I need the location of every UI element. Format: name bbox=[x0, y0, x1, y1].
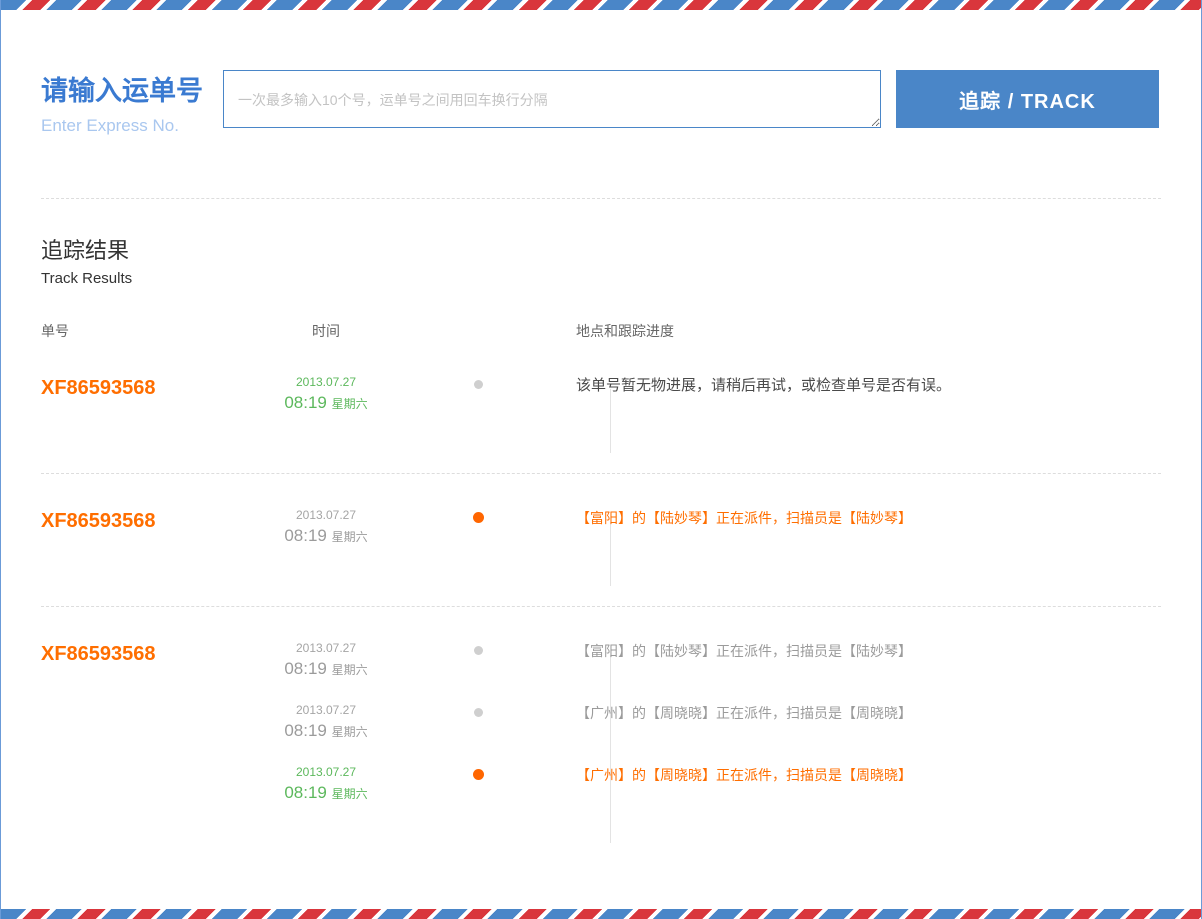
content: 请输入运单号 Enter Express No. 追踪 / TRACK 追踪结果… bbox=[1, 10, 1201, 909]
timeline-dot bbox=[474, 646, 483, 655]
timeline: 2013.07.27 08:19 星期六 【富阳】的【陆妙琴】正在派件，扫描员是… bbox=[246, 641, 1161, 827]
event-message: 【富阳】的【陆妙琴】正在派件，扫描员是【陆妙琴】 bbox=[551, 641, 1161, 703]
column-header-spacer bbox=[406, 321, 551, 341]
event-date: 2013.07.27 bbox=[246, 508, 406, 522]
results-title-en: Track Results bbox=[41, 270, 1161, 287]
table-header: 单号 时间 地点和跟踪进度 bbox=[41, 321, 1161, 341]
timeline-dot-cell bbox=[406, 765, 551, 827]
event-message: 【富阳】的【陆妙琴】正在派件，扫描员是【陆妙琴】 bbox=[551, 508, 1161, 570]
event-weekday: 星期六 bbox=[332, 787, 368, 801]
event-date: 2013.07.27 bbox=[246, 703, 406, 717]
timeline-event: 2013.07.27 08:19 星期六 【广州】的【周晓晓】正在派件，扫描员是… bbox=[246, 703, 1161, 765]
event-weekday: 星期六 bbox=[332, 725, 368, 739]
tracking-number: XF86593568 bbox=[41, 375, 246, 437]
table-row: XF86593568 2013.07.27 08:19 星期六 该单号暂无物进展… bbox=[41, 341, 1161, 473]
timeline-dot bbox=[474, 708, 483, 717]
event-weekday: 星期六 bbox=[332, 663, 368, 677]
event-time: 2013.07.27 08:19 星期六 bbox=[246, 508, 406, 570]
event-message: 该单号暂无物进展，请稍后再试，或检查单号是否有误。 bbox=[551, 375, 1161, 437]
timeline-dot bbox=[473, 512, 484, 523]
column-header-number: 单号 bbox=[41, 321, 246, 341]
timeline-dot bbox=[473, 769, 484, 780]
timeline-event: 2013.07.27 08:19 星期六 该单号暂无物进展，请稍后再试，或检查单… bbox=[246, 375, 1161, 437]
tracking-number: XF86593568 bbox=[41, 508, 246, 570]
table-row: XF86593568 2013.07.27 08:19 星期六 【富阳】的【陆妙… bbox=[41, 606, 1161, 863]
event-weekday: 星期六 bbox=[332, 397, 368, 411]
search-title-en: Enter Express No. bbox=[41, 116, 223, 136]
column-header-progress: 地点和跟踪进度 bbox=[551, 321, 1161, 341]
event-time: 2013.07.27 08:19 星期六 bbox=[246, 641, 406, 703]
timeline-event: 2013.07.27 08:19 星期六 【富阳】的【陆妙琴】正在派件，扫描员是… bbox=[246, 508, 1161, 570]
event-time: 2013.07.27 08:19 星期六 bbox=[246, 375, 406, 437]
timeline-dot-cell bbox=[406, 375, 551, 437]
event-clock: 08:19 星期六 bbox=[246, 526, 406, 546]
track-button[interactable]: 追踪 / TRACK bbox=[896, 70, 1159, 128]
search-title-cn: 请输入运单号 bbox=[41, 77, 223, 107]
column-header-time: 时间 bbox=[246, 321, 406, 341]
table-row: XF86593568 2013.07.27 08:19 星期六 【富阳】的【陆妙… bbox=[41, 473, 1161, 606]
event-date: 2013.07.27 bbox=[246, 765, 406, 779]
timeline: 2013.07.27 08:19 星期六 【富阳】的【陆妙琴】正在派件，扫描员是… bbox=[246, 508, 1161, 570]
search-section: 请输入运单号 Enter Express No. 追踪 / TRACK bbox=[41, 70, 1161, 136]
timeline-event: 2013.07.27 08:19 星期六 【富阳】的【陆妙琴】正在派件，扫描员是… bbox=[246, 641, 1161, 703]
tracking-number: XF86593568 bbox=[41, 641, 246, 827]
event-weekday: 星期六 bbox=[332, 530, 368, 544]
event-date: 2013.07.27 bbox=[246, 641, 406, 655]
event-clock: 08:19 星期六 bbox=[246, 393, 406, 413]
event-message: 【广州】的【周晓晓】正在派件，扫描员是【周晓晓】 bbox=[551, 765, 1161, 827]
section-divider bbox=[41, 198, 1161, 199]
airmail-stripe-top bbox=[1, 0, 1201, 10]
timeline-dot bbox=[474, 380, 483, 389]
waybill-input[interactable] bbox=[223, 70, 881, 128]
page: 请输入运单号 Enter Express No. 追踪 / TRACK 追踪结果… bbox=[0, 0, 1202, 919]
event-date: 2013.07.27 bbox=[246, 375, 406, 389]
event-clock: 08:19 星期六 bbox=[246, 783, 406, 803]
timeline-dot-cell bbox=[406, 641, 551, 703]
results-title-cn: 追踪结果 bbox=[41, 233, 1161, 265]
timeline-event: 2013.07.27 08:19 星期六 【广州】的【周晓晓】正在派件，扫描员是… bbox=[246, 765, 1161, 827]
timeline: 2013.07.27 08:19 星期六 该单号暂无物进展，请稍后再试，或检查单… bbox=[246, 375, 1161, 437]
timeline-dot-cell bbox=[406, 508, 551, 570]
airmail-stripe-bottom bbox=[1, 909, 1201, 919]
event-time: 2013.07.27 08:19 星期六 bbox=[246, 703, 406, 765]
event-time: 2013.07.27 08:19 星期六 bbox=[246, 765, 406, 827]
event-clock: 08:19 星期六 bbox=[246, 721, 406, 741]
results-rows: XF86593568 2013.07.27 08:19 星期六 该单号暂无物进展… bbox=[41, 341, 1161, 863]
timeline-dot-cell bbox=[406, 703, 551, 765]
event-message: 【广州】的【周晓晓】正在派件，扫描员是【周晓晓】 bbox=[551, 703, 1161, 765]
search-label: 请输入运单号 Enter Express No. bbox=[41, 70, 223, 136]
event-clock: 08:19 星期六 bbox=[246, 659, 406, 679]
